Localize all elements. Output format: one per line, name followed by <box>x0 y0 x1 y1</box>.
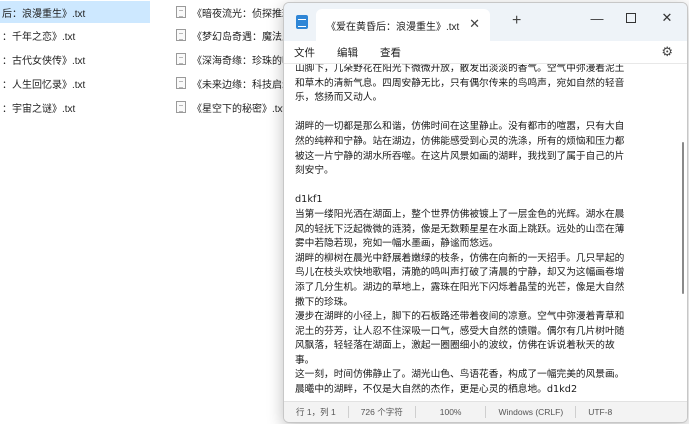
file-name: 《星空下的秘密》.txt <box>192 103 283 115</box>
maximize-icon <box>626 13 636 23</box>
text-line: 事。 <box>295 354 315 366</box>
cursor-position[interactable]: 行 1，列 1 <box>284 406 348 418</box>
maximize-button[interactable] <box>614 3 648 33</box>
text-line: d1kf1 <box>295 194 323 206</box>
file-item[interactable]: 《暗夜流光：侦探推理录 <box>176 1 283 23</box>
file-name: ：宇宙之谜》.txt <box>2 103 76 115</box>
text-line: 泥土的芬芳，让人忍不住深吸一口气，感受大自然的馈赠。偶尔有几片树叶随 <box>295 325 625 337</box>
text-file-icon <box>176 6 186 18</box>
tab-document[interactable]: 《爱在黄昏后：浪漫重生》.txt ✕ <box>316 9 490 41</box>
text-line: 湖畔的柳树在晨光中舒展着嫩绿的枝条，仿佛在向新的一天招手。几只早起的 <box>295 252 625 264</box>
document-text[interactable]: 山脚下，几朵野花在阳光下微微开放，散发出淡淡的香气。空气中弥漫着泥土 和草木的清新… <box>295 63 673 398</box>
text-line: 当第一缕阳光洒在湖面上，整个世界仿佛被镀上了一层金色的光辉。湖水在晨 <box>295 208 625 220</box>
text-line: 刻安宁。 <box>295 165 334 177</box>
file-name: 《梦幻岛奇遇：魔法之旅 <box>192 31 283 43</box>
menu-file[interactable]: 文件 <box>294 45 315 60</box>
settings-gear-icon[interactable]: ⚙ <box>661 45 673 59</box>
text-line: 和草木的清新气息。四周安静无比，只有偶尔传来的鸟鸣声，宛如自然的轻音 <box>295 77 625 89</box>
file-name: 《未来边缘：科技启示录 <box>192 79 283 91</box>
tab-title: 《爱在黄昏后：浪漫重生》.txt <box>326 21 460 33</box>
text-line: 雾中若隐若现，宛如一幅水墨画，静谧而悠远。 <box>295 238 499 250</box>
text-file-icon <box>176 101 186 113</box>
file-name: ：千年之恋》.txt <box>2 31 76 43</box>
file-name: ：人生回忆录》.txt <box>2 79 86 91</box>
file-item[interactable]: ：宇宙之谜》.txt <box>0 96 150 118</box>
file-item[interactable]: 《深海奇缘：珍珠的呼唤 <box>176 48 283 70</box>
file-name: ：古代女侠传》.txt <box>2 55 86 67</box>
file-item[interactable]: ：古代女侠传》.txt <box>0 48 150 70</box>
file-name: 后：浪漫重生》.txt <box>2 8 86 20</box>
text-line: 然的纯粹和宁静。站在湖边，仿佛能感受到心灵的洗涤，所有的烦恼和压力都 <box>295 135 625 147</box>
text-line <box>295 106 673 121</box>
close-tab-icon[interactable]: ✕ <box>469 17 480 31</box>
notepad-window: 《爱在黄昏后：浪漫重生》.txt ✕ + — ✕ 文件 编辑 查看 ⚙ 山脚下，… <box>283 2 688 423</box>
file-item[interactable]: ：千年之恋》.txt <box>0 24 150 46</box>
text-line: 乐，悠扬而又动人。 <box>295 92 383 104</box>
text-file-icon <box>176 53 186 65</box>
status-bar: 行 1，列 1 726 个字符 100% Windows (CRLF) UTF-… <box>284 401 687 422</box>
file-item[interactable]: ：人生回忆录》.txt <box>0 72 150 94</box>
menu-bar: 文件 编辑 查看 ⚙ <box>284 41 687 63</box>
minimize-button[interactable]: — <box>580 3 614 33</box>
file-item[interactable]: 《未来边缘：科技启示录 <box>176 72 283 94</box>
text-file-icon <box>176 77 186 89</box>
character-count: 726 个字符 <box>360 407 403 417</box>
file-name: 《暗夜流光：侦探推理录 <box>192 8 283 20</box>
close-window-button[interactable]: ✕ <box>650 3 684 33</box>
text-line <box>295 179 673 194</box>
title-bar[interactable]: 《爱在黄昏后：浪漫重生》.txt ✕ + — ✕ <box>284 3 687 41</box>
text-file-icon <box>176 29 186 41</box>
file-item[interactable]: 《星空下的秘密》.txt <box>176 96 283 118</box>
menu-view[interactable]: 查看 <box>380 45 401 60</box>
file-item[interactable]: 后：浪漫重生》.txt <box>0 1 150 23</box>
text-line: 漫步在湖畔的小径上，脚下的石板路还带着夜间的凉意。空气中弥漫着青草和 <box>295 311 625 323</box>
file-name: 《深海奇缘：珍珠的呼唤 <box>192 55 283 67</box>
text-line: 被这一片宁静的湖水所吞噬。在这片风景如画的湖畔，我找到了属于自己的片 <box>295 150 625 162</box>
file-item[interactable]: 《梦幻岛奇遇：魔法之旅 <box>176 24 283 46</box>
text-line: 鸟儿在枝头欢快地歌唱，清脆的鸣叫声打破了清晨的宁静，却又为这幅画卷增 <box>295 267 625 279</box>
text-line: 添了几分生机。湖边的草地上，露珠在阳光下闪烁着晶莹的光芒，像是大自然 <box>295 281 625 293</box>
text-line: 晨曦中的湖畔，不仅是大自然的杰作，更是心灵的栖息地。d1kd2 <box>295 384 578 396</box>
zoom-level[interactable]: 100% <box>416 407 486 417</box>
text-editor-area[interactable]: 山脚下，几朵野花在阳光下微微开放，散发出淡淡的香气。空气中弥漫着泥土 和草木的清新… <box>284 63 687 403</box>
menu-edit[interactable]: 编辑 <box>337 45 358 60</box>
vertical-scrollbar[interactable] <box>682 142 684 294</box>
text-line: 这一刻，时间仿佛静止了。湖光山色、鸟语花香，构成了一幅完美的风景画。 <box>295 369 625 381</box>
encoding[interactable]: UTF-8 <box>576 407 624 417</box>
new-tab-button[interactable]: + <box>512 13 521 29</box>
notepad-app-icon <box>296 15 308 29</box>
text-line: 山脚下，几朵野花在阳光下微微开放，散发出淡淡的香气。空气中弥漫着泥土 <box>295 63 625 74</box>
text-line: 风飘落，轻轻落在湖面上，激起一圈圈细小的波纹，仿佛在诉说着秋天的故 <box>295 340 615 352</box>
text-line: 撒下的珍珠。 <box>295 296 354 308</box>
text-line: 湖畔的一切都是那么和谐，仿佛时间在这里静止。没有都市的喧嚣，只有大自 <box>295 121 625 133</box>
text-line: 风的轻抚下泛起微微的涟漪，像是无数颗星星在水面上跳跃。远处的山峦在薄 <box>295 223 625 235</box>
line-ending[interactable]: Windows (CRLF) <box>486 407 575 417</box>
